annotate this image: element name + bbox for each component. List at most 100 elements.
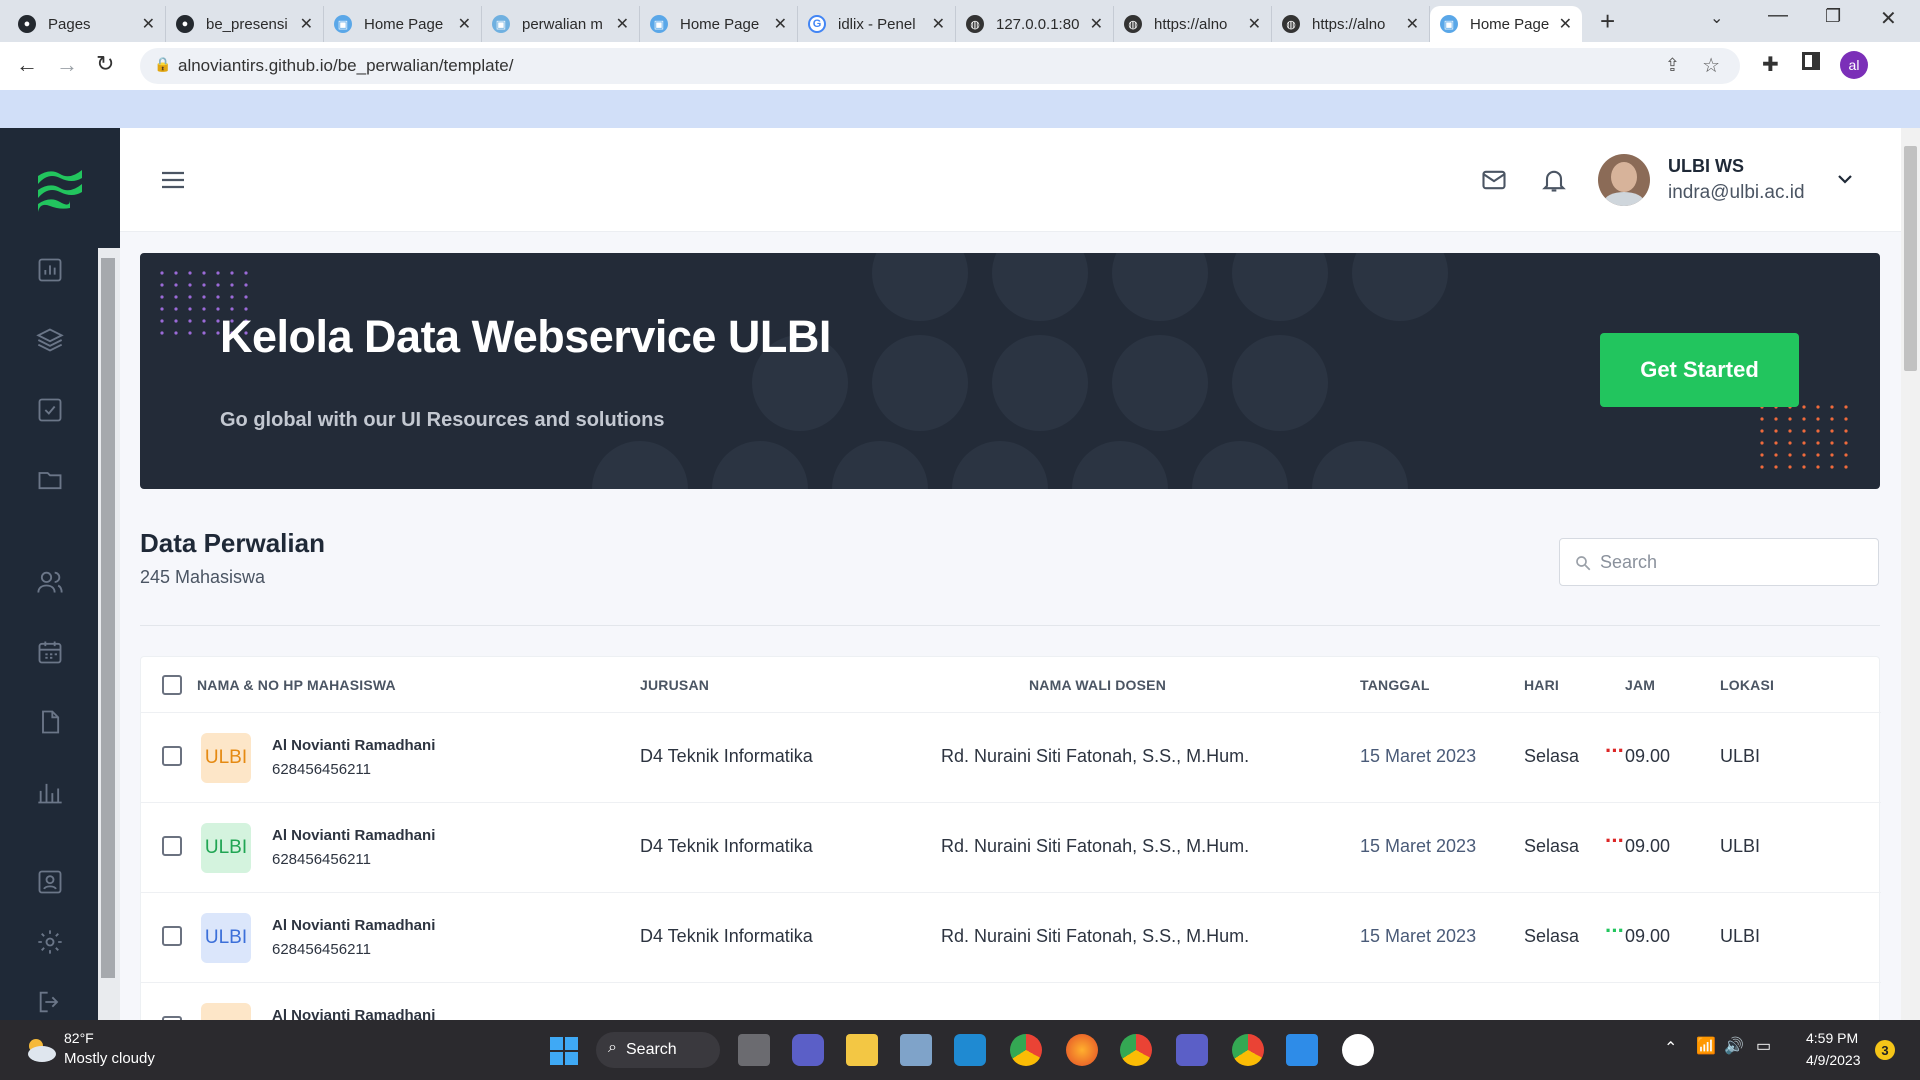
chrome-active-icon[interactable] — [1232, 1034, 1264, 1066]
back-icon[interactable]: ← — [16, 52, 38, 78]
chevron-up-icon[interactable]: ⌃ — [1664, 1038, 1677, 1058]
volume-icon[interactable]: 🔊 — [1724, 1036, 1744, 1056]
extensions-icon[interactable]: ✚ — [1762, 52, 1779, 77]
taskbar-search[interactable]: ⌕ Search — [596, 1032, 720, 1068]
task-view-icon[interactable] — [738, 1034, 770, 1066]
row-checkbox[interactable] — [162, 926, 182, 946]
chrome-profile-icon[interactable] — [1120, 1034, 1152, 1066]
notification-badge[interactable]: 3 — [1875, 1040, 1895, 1060]
forward-icon[interactable]: → — [56, 52, 78, 78]
table-row[interactable]: ULBI Al Novianti Ramadhani 628456456211 … — [141, 892, 1881, 982]
tanggal-cell: 15 Maret 2023 — [1360, 926, 1477, 946]
close-tab-icon[interactable]: ✕ — [1406, 14, 1419, 34]
new-tab-icon[interactable]: + — [1600, 6, 1615, 37]
close-tab-icon[interactable]: ✕ — [774, 14, 787, 34]
search-icon: ⌕ — [608, 1039, 617, 1056]
table-row[interactable]: Al Novianti Ramadhani — [141, 982, 1881, 1020]
wifi-icon[interactable]: 📶 — [1696, 1036, 1716, 1056]
photos-icon[interactable] — [900, 1034, 932, 1066]
chrome-icon[interactable] — [1010, 1034, 1042, 1066]
table-row[interactable]: ULBI Al Novianti Ramadhani 628456456211 … — [141, 802, 1881, 892]
clock-date[interactable]: 4/9/2023 — [1806, 1052, 1861, 1068]
side-panel-icon[interactable] — [1802, 52, 1820, 70]
mongodb-icon[interactable] — [1342, 1034, 1374, 1066]
select-all-checkbox[interactable] — [162, 675, 182, 695]
close-tab-icon[interactable]: ✕ — [1248, 14, 1261, 34]
windows-start-icon[interactable] — [549, 1036, 579, 1066]
hamburger-menu-icon[interactable] — [160, 168, 186, 192]
tanggal-cell: 15 Maret 2023 — [1360, 836, 1477, 856]
logo-icon[interactable] — [36, 166, 84, 214]
os-taskbar: 82°F Mostly cloudy ⌕ Search ⌃ 📶 🔊 ▭ 4:59… — [0, 1020, 1920, 1080]
sidebar-scrollbar[interactable] — [98, 248, 120, 1020]
close-tab-icon[interactable]: ✕ — [458, 14, 471, 34]
user-avatar[interactable] — [1598, 154, 1650, 206]
window-close-icon[interactable]: ✕ — [1880, 6, 1897, 31]
banner-subtitle: Go global with our UI Resources and solu… — [220, 409, 665, 431]
get-started-button[interactable]: Get Started — [1600, 333, 1799, 407]
folder-icon[interactable] — [36, 466, 64, 494]
browser-tab[interactable]: ▣ Home Page ✕ — [324, 6, 482, 42]
browser-tab-active[interactable]: ▣ Home Page ✕ — [1430, 6, 1582, 42]
column-header-name: NAMA & NO HP MAHASISWA — [197, 676, 396, 693]
browser-tab[interactable]: ◍ 127.0.0.1:80 ✕ — [956, 6, 1114, 42]
paint-icon[interactable] — [1286, 1034, 1318, 1066]
firefox-icon[interactable] — [1066, 1034, 1098, 1066]
close-tab-icon[interactable]: ✕ — [1090, 14, 1103, 34]
tab-search-icon[interactable]: ⌄ — [1710, 8, 1723, 28]
restore-icon[interactable]: ❐ — [1825, 6, 1841, 27]
reload-icon[interactable]: ↻ — [96, 51, 114, 77]
browser-tab[interactable]: ▣ perwalian m ✕ — [482, 6, 640, 42]
dashboard-icon[interactable] — [36, 256, 64, 284]
lokasi-cell: ULBI — [1720, 926, 1761, 946]
close-tab-icon[interactable]: ✕ — [932, 14, 945, 34]
layers-icon[interactable] — [36, 326, 64, 354]
bookmarks-bar — [0, 90, 1920, 128]
table-row[interactable]: ULBI Al Novianti Ramadhani 628456456211 … — [141, 712, 1881, 802]
logout-icon[interactable] — [36, 988, 64, 1016]
browser-tab[interactable]: ● Pages ✕ — [8, 6, 166, 42]
calendar-icon[interactable] — [36, 638, 64, 666]
bell-icon[interactable] — [1540, 166, 1568, 194]
close-tab-icon[interactable]: ✕ — [1559, 14, 1572, 34]
browser-tab[interactable]: ◍ https://alno ✕ — [1272, 6, 1430, 42]
row-checkbox[interactable] — [162, 836, 182, 856]
close-tab-icon[interactable]: ✕ — [616, 14, 629, 34]
chevron-down-icon[interactable] — [1836, 170, 1854, 188]
clock-time[interactable]: 4:59 PM — [1806, 1030, 1858, 1046]
profile-avatar[interactable]: al — [1840, 51, 1868, 79]
dosen-cell: Rd. Nuraini Siti Fatonah, S.S., M.Hum. — [941, 926, 1250, 946]
row-actions-menu-icon[interactable]: ··· — [1605, 738, 1625, 764]
battery-icon[interactable]: ▭ — [1756, 1036, 1771, 1056]
settings-gear-icon[interactable] — [36, 928, 64, 956]
row-actions-menu-icon[interactable]: ··· — [1605, 918, 1625, 944]
page-scrollbar[interactable] — [1901, 128, 1920, 1020]
task-check-icon[interactable] — [36, 396, 64, 424]
share-icon[interactable]: ⇪ — [1665, 55, 1680, 76]
file-explorer-icon[interactable] — [846, 1034, 878, 1066]
document-icon[interactable] — [36, 708, 64, 736]
users-icon[interactable] — [36, 568, 64, 596]
browser-tab[interactable]: ▣ Home Page ✕ — [640, 6, 798, 42]
chat-icon[interactable] — [792, 1034, 824, 1066]
scrollbar-thumb[interactable] — [1904, 146, 1917, 371]
profile-card-icon[interactable] — [36, 868, 64, 896]
browser-tab[interactable]: G idlix - Penel ✕ — [798, 6, 956, 42]
teams-icon[interactable] — [1176, 1034, 1208, 1066]
student-count: 245 Mahasiswa — [140, 567, 266, 587]
bar-chart-icon[interactable] — [36, 778, 64, 806]
close-tab-icon[interactable]: ✕ — [142, 14, 155, 34]
row-actions-menu-icon[interactable]: ··· — [1605, 828, 1625, 854]
scrollbar-thumb[interactable] — [101, 258, 115, 978]
address-field[interactable]: 🔒 alnoviantirs.github.io/be_perwalian/te… — [140, 48, 1740, 84]
mail-icon[interactable] — [1480, 166, 1508, 194]
browser-tab[interactable]: ● be_presensi ✕ — [166, 6, 324, 42]
browser-tab[interactable]: ◍ https://alno ✕ — [1114, 6, 1272, 42]
close-tab-icon[interactable]: ✕ — [300, 14, 313, 34]
minimize-icon[interactable]: — — [1768, 4, 1788, 27]
row-checkbox[interactable] — [162, 746, 182, 766]
weather-cloud-icon[interactable] — [22, 1034, 58, 1064]
bookmark-star-icon[interactable]: ☆ — [1702, 53, 1720, 78]
search-input[interactable]: Search — [1559, 538, 1879, 586]
vscode-icon[interactable] — [954, 1034, 986, 1066]
